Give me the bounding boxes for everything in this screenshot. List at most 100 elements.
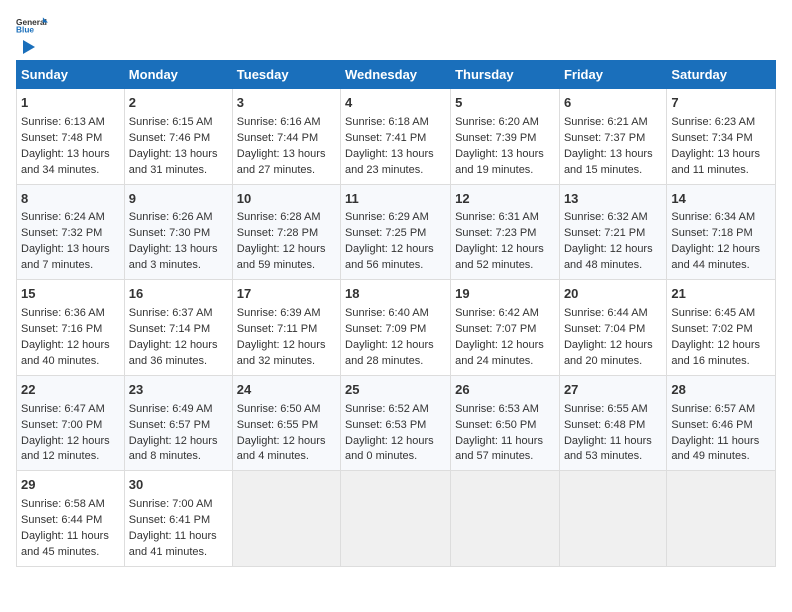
column-header-thursday: Thursday xyxy=(451,61,560,89)
calendar-table: SundayMondayTuesdayWednesdayThursdayFrid… xyxy=(16,60,776,567)
calendar-cell: 26Sunrise: 6:53 AMSunset: 6:50 PMDayligh… xyxy=(451,375,560,471)
day-info-line: and 57 minutes. xyxy=(455,449,555,465)
day-info-line: and 4 minutes. xyxy=(237,449,336,465)
day-info-line: Daylight: 12 hours xyxy=(129,434,228,450)
calendar-cell: 12Sunrise: 6:31 AMSunset: 7:23 PMDayligh… xyxy=(451,184,560,280)
day-info-line: Daylight: 12 hours xyxy=(671,242,771,258)
day-info-line: Sunset: 7:14 PM xyxy=(129,322,228,338)
day-number: 14 xyxy=(671,190,771,209)
calendar-cell: 8Sunrise: 6:24 AMSunset: 7:32 PMDaylight… xyxy=(17,184,125,280)
day-info-line: and 53 minutes. xyxy=(564,449,662,465)
day-info-line: and 12 minutes. xyxy=(21,449,120,465)
day-info-line: Sunset: 7:09 PM xyxy=(345,322,446,338)
calendar-cell: 21Sunrise: 6:45 AMSunset: 7:02 PMDayligh… xyxy=(667,280,776,376)
day-info-line: Sunrise: 6:45 AM xyxy=(671,306,771,322)
day-info-line: Sunset: 7:21 PM xyxy=(564,226,662,242)
logo: General Blue xyxy=(16,16,48,52)
day-info-line: Sunrise: 6:44 AM xyxy=(564,306,662,322)
calendar-cell: 7Sunrise: 6:23 AMSunset: 7:34 PMDaylight… xyxy=(667,89,776,185)
calendar-cell xyxy=(559,471,666,567)
day-number: 10 xyxy=(237,190,336,209)
day-number: 26 xyxy=(455,381,555,400)
day-number: 2 xyxy=(129,94,228,113)
day-info-line: Sunset: 7:30 PM xyxy=(129,226,228,242)
day-info-line: Sunset: 6:53 PM xyxy=(345,418,446,434)
calendar-cell: 18Sunrise: 6:40 AMSunset: 7:09 PMDayligh… xyxy=(341,280,451,376)
day-info-line: Sunrise: 6:26 AM xyxy=(129,210,228,226)
day-info-line: Daylight: 13 hours xyxy=(21,242,120,258)
day-info-line: Sunset: 7:48 PM xyxy=(21,131,120,147)
column-header-friday: Friday xyxy=(559,61,666,89)
day-info-line: Sunrise: 6:52 AM xyxy=(345,402,446,418)
day-info-line: Sunset: 7:28 PM xyxy=(237,226,336,242)
calendar-cell: 3Sunrise: 6:16 AMSunset: 7:44 PMDaylight… xyxy=(232,89,340,185)
day-number: 17 xyxy=(237,285,336,304)
day-number: 12 xyxy=(455,190,555,209)
day-info-line: Daylight: 11 hours xyxy=(564,434,662,450)
day-info-line: Sunset: 7:07 PM xyxy=(455,322,555,338)
day-info-line: Sunset: 6:46 PM xyxy=(671,418,771,434)
day-info-line: Daylight: 13 hours xyxy=(455,147,555,163)
calendar-cell: 28Sunrise: 6:57 AMSunset: 6:46 PMDayligh… xyxy=(667,375,776,471)
calendar-cell: 15Sunrise: 6:36 AMSunset: 7:16 PMDayligh… xyxy=(17,280,125,376)
day-info-line: Sunset: 7:16 PM xyxy=(21,322,120,338)
day-info-line: and 49 minutes. xyxy=(671,449,771,465)
calendar-cell: 6Sunrise: 6:21 AMSunset: 7:37 PMDaylight… xyxy=(559,89,666,185)
day-info-line: Daylight: 12 hours xyxy=(237,434,336,450)
day-number: 21 xyxy=(671,285,771,304)
day-info-line: and 52 minutes. xyxy=(455,258,555,274)
day-number: 19 xyxy=(455,285,555,304)
day-info-line: Daylight: 13 hours xyxy=(237,147,336,163)
day-number: 4 xyxy=(345,94,446,113)
day-info-line: and 16 minutes. xyxy=(671,354,771,370)
day-number: 3 xyxy=(237,94,336,113)
day-info-line: and 56 minutes. xyxy=(345,258,446,274)
day-info-line: Sunrise: 6:37 AM xyxy=(129,306,228,322)
calendar-cell: 11Sunrise: 6:29 AMSunset: 7:25 PMDayligh… xyxy=(341,184,451,280)
day-info-line: and 59 minutes. xyxy=(237,258,336,274)
day-info-line: Daylight: 12 hours xyxy=(345,338,446,354)
day-number: 24 xyxy=(237,381,336,400)
day-number: 27 xyxy=(564,381,662,400)
calendar-cell: 23Sunrise: 6:49 AMSunset: 6:57 PMDayligh… xyxy=(124,375,232,471)
calendar-cell xyxy=(667,471,776,567)
day-info-line: Daylight: 13 hours xyxy=(671,147,771,163)
calendar-cell xyxy=(341,471,451,567)
calendar-cell: 30Sunrise: 7:00 AMSunset: 6:41 PMDayligh… xyxy=(124,471,232,567)
day-info-line: Sunset: 7:02 PM xyxy=(671,322,771,338)
calendar-cell: 27Sunrise: 6:55 AMSunset: 6:48 PMDayligh… xyxy=(559,375,666,471)
calendar-header-row: SundayMondayTuesdayWednesdayThursdayFrid… xyxy=(17,61,776,89)
day-info-line: Daylight: 12 hours xyxy=(129,338,228,354)
day-info-line: and 3 minutes. xyxy=(129,258,228,274)
day-info-line: Sunrise: 6:23 AM xyxy=(671,115,771,131)
day-info-line: and 11 minutes. xyxy=(671,163,771,179)
day-number: 18 xyxy=(345,285,446,304)
day-number: 7 xyxy=(671,94,771,113)
day-info-line: Daylight: 12 hours xyxy=(21,434,120,450)
day-info-line: and 24 minutes. xyxy=(455,354,555,370)
calendar-cell: 22Sunrise: 6:47 AMSunset: 7:00 PMDayligh… xyxy=(17,375,125,471)
day-number: 11 xyxy=(345,190,446,209)
day-info-line: Sunset: 6:44 PM xyxy=(21,513,120,529)
day-info-line: Sunset: 7:37 PM xyxy=(564,131,662,147)
day-number: 16 xyxy=(129,285,228,304)
day-info-line: Daylight: 11 hours xyxy=(21,529,120,545)
day-info-line: Daylight: 13 hours xyxy=(21,147,120,163)
day-info-line: Daylight: 11 hours xyxy=(129,529,228,545)
logo-icon: General Blue xyxy=(16,16,48,34)
day-info-line: Sunset: 6:57 PM xyxy=(129,418,228,434)
day-info-line: and 8 minutes. xyxy=(129,449,228,465)
day-info-line: and 19 minutes. xyxy=(455,163,555,179)
day-info-line: Sunset: 7:46 PM xyxy=(129,131,228,147)
calendar-cell xyxy=(451,471,560,567)
calendar-cell: 25Sunrise: 6:52 AMSunset: 6:53 PMDayligh… xyxy=(341,375,451,471)
day-info-line: and 34 minutes. xyxy=(21,163,120,179)
day-info-line: Sunrise: 6:53 AM xyxy=(455,402,555,418)
day-info-line: Sunset: 7:39 PM xyxy=(455,131,555,147)
day-number: 15 xyxy=(21,285,120,304)
calendar-cell: 4Sunrise: 6:18 AMSunset: 7:41 PMDaylight… xyxy=(341,89,451,185)
header: General Blue xyxy=(16,16,776,52)
day-info-line: Daylight: 12 hours xyxy=(237,338,336,354)
day-info-line: and 40 minutes. xyxy=(21,354,120,370)
day-info-line: Sunrise: 7:00 AM xyxy=(129,497,228,513)
